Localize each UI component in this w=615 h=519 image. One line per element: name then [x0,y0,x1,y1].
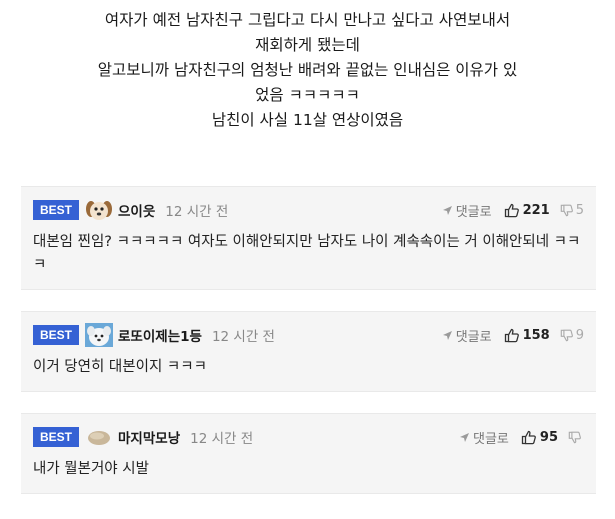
reply-button[interactable]: 댓글로 [442,201,492,220]
comment-item: BEST 로또이제는1등 12 시간 전 댓글로 158 9 이거 당연히 대본… [21,311,596,392]
reply-button[interactable]: 댓글로 [459,428,509,447]
reply-arrow-icon [460,432,470,442]
comment-item: BEST 으이읏 12 시간 전 댓글로 221 5 대본임 찐임? ㅋㅋㅋㅋㅋ… [21,186,596,290]
comment-nickname[interactable]: 로또이제는1등 [118,325,202,345]
comment-body: 내가 뭘본거야 시발 [33,461,149,477]
dislike-button[interactable] [568,431,584,444]
reply-label: 댓글로 [455,204,492,220]
comment-item: BEST 마지막모낭 12 시간 전 댓글로 95 내가 뭘본거야 시발 [21,413,596,494]
reply-arrow-icon [442,330,452,340]
thumbs-up-icon [521,430,536,444]
thumbs-up-icon [504,328,519,342]
comment-header: BEST 마지막모낭 12 시간 전 댓글로 95 [33,426,584,448]
comment-time: 12 시간 전 [165,204,229,220]
dislike-button[interactable]: 5 [560,203,584,218]
post-text: 여자가 예전 남자친구 그립다고 다시 만나고 싶다고 사연보내서 재회하게 됐… [0,8,615,133]
comment-header: BEST 으이읏 12 시간 전 댓글로 221 5 [33,199,584,221]
comment-time: 12 시간 전 [211,329,275,345]
stone-avatar[interactable] [85,425,113,449]
post-line: 여자가 예전 남자친구 그립다고 다시 만나고 싶다고 사연보내서 [104,11,511,29]
post-line: 었음 ㅋㅋㅋㅋㅋ [255,86,360,104]
dog-avatar[interactable] [85,198,113,222]
dislike-count: 5 [575,202,584,218]
post-line: 재회하게 됐는데 [255,36,360,54]
thumbs-down-icon [560,204,573,216]
thumbs-down-icon [568,431,581,443]
reply-button[interactable]: 댓글로 [442,326,492,345]
comment-time: 12 시간 전 [190,431,254,447]
comment-nickname[interactable]: 으이읏 [118,200,155,220]
thumbs-up-icon [504,203,519,217]
best-badge: BEST [33,427,80,447]
like-button[interactable]: 95 [521,430,558,445]
comment-body: 대본임 찐임? ㅋㅋㅋㅋㅋ 여자도 이해안되지만 남자도 나이 계속속이는 거 … [33,234,581,273]
like-count: 95 [539,429,558,445]
reply-label: 댓글로 [473,431,509,447]
comment-nickname[interactable]: 마지막모낭 [118,427,180,447]
like-count: 221 [522,202,550,218]
comment-body: 이거 당연히 대본이지 ㅋㅋㅋ [33,359,207,375]
best-badge: BEST [33,200,80,220]
like-button[interactable]: 221 [504,203,550,218]
best-badge: BEST [33,325,80,345]
post-line: 남친이 사실 11살 연상이였음 [211,111,404,129]
reply-arrow-icon [442,205,452,215]
like-button[interactable]: 158 [504,328,550,343]
dislike-count: 9 [575,327,584,343]
dislike-button[interactable]: 9 [560,328,584,343]
white-dog-avatar[interactable] [85,323,114,347]
reply-label: 댓글로 [455,329,492,345]
best-comments-list: BEST 으이읏 12 시간 전 댓글로 221 5 대본임 찐임? ㅋㅋㅋㅋㅋ… [21,186,596,515]
comment-header: BEST 로또이제는1등 12 시간 전 댓글로 158 9 [33,323,584,347]
post-line: 알고보니까 남자친구의 엄청난 배려와 끝없는 인내심은 이유가 있 [97,61,518,79]
thumbs-down-icon [560,329,573,341]
like-count: 158 [522,327,550,343]
